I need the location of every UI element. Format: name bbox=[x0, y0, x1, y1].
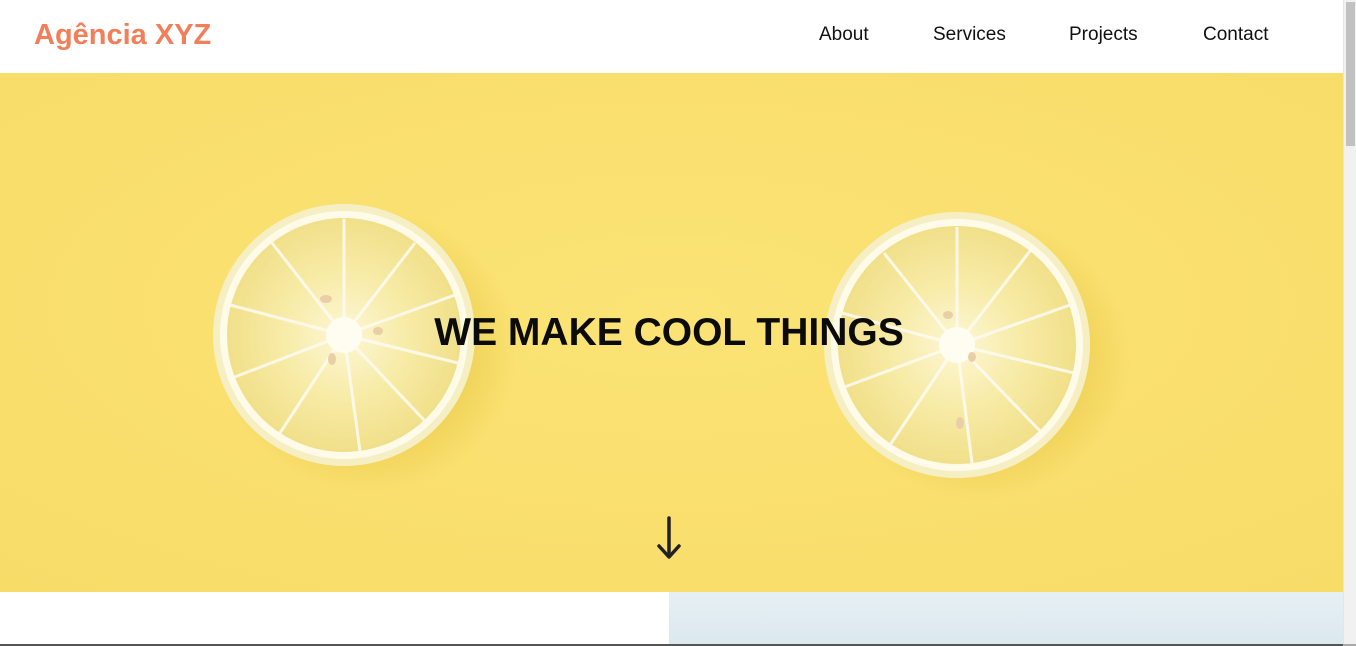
nav-link-contact[interactable]: Contact bbox=[1203, 22, 1268, 48]
next-section bbox=[0, 592, 1343, 646]
hero-section: WE MAKE COOL THINGS bbox=[0, 73, 1343, 592]
page: Agência XYZ About Services Projects Cont… bbox=[0, 0, 1343, 646]
nav-link-about[interactable]: About bbox=[819, 22, 869, 48]
nav-link-services[interactable]: Services bbox=[933, 22, 1006, 48]
browser-viewport: Agência XYZ About Services Projects Cont… bbox=[0, 0, 1356, 646]
main-nav: About Services Projects Contact bbox=[0, 22, 1343, 50]
scrollbar-thumb[interactable] bbox=[1346, 2, 1355, 146]
arrow-down-icon[interactable] bbox=[654, 516, 684, 562]
next-section-left bbox=[0, 592, 669, 646]
site-header: Agência XYZ About Services Projects Cont… bbox=[0, 0, 1343, 73]
hero-title: WE MAKE COOL THINGS bbox=[434, 311, 904, 354]
vertical-scrollbar[interactable] bbox=[1343, 0, 1356, 646]
nav-link-projects[interactable]: Projects bbox=[1069, 22, 1138, 48]
next-section-image bbox=[669, 592, 1343, 646]
